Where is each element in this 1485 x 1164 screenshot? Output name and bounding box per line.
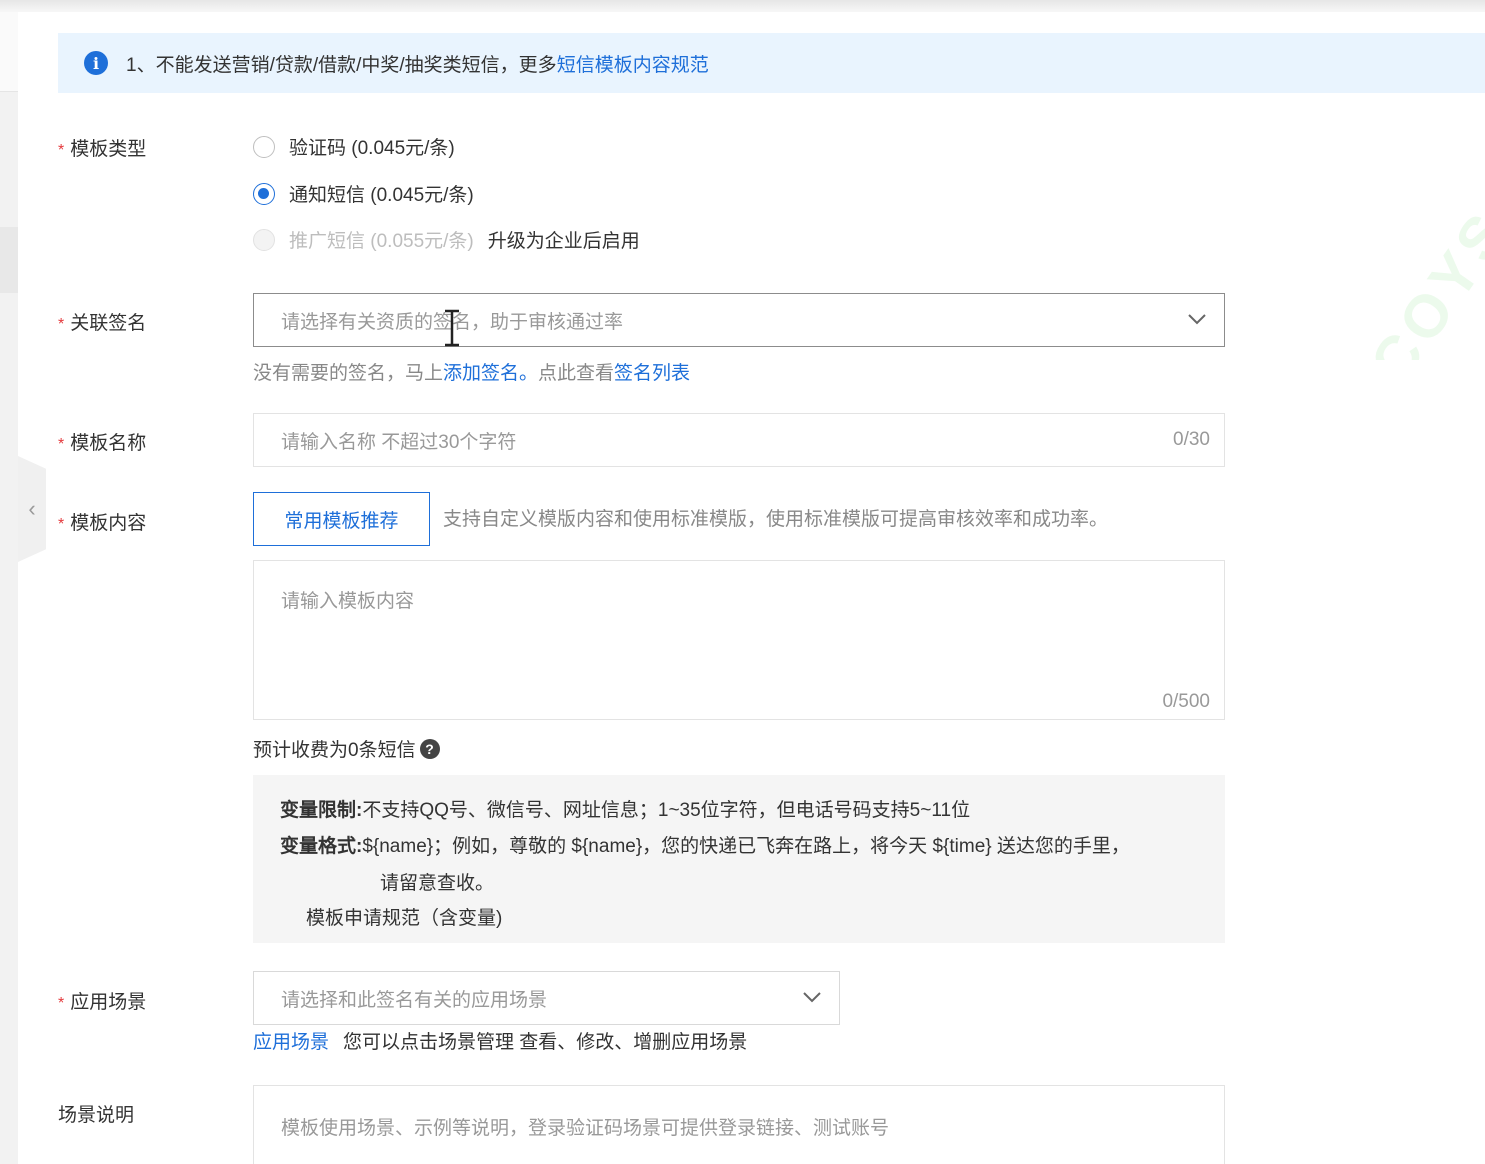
label-text: 模板内容 [70,513,147,534]
radio-button-checked[interactable] [253,182,275,205]
left-sidebar-rail [0,12,18,1164]
radio-notification-sms[interactable]: 通知短信 (0.045元/条) [253,180,474,207]
template-name-label: * 模板名称 [58,428,146,455]
chevron-down-icon [1186,308,1208,330]
scene-hint-text: 您可以点击场景管理 查看、修改、增删应用场景 [343,1032,748,1053]
watermark: COYSO [1357,170,1485,360]
notice-banner: i 1、不能发送营销/贷款/借款/中奖/抽奖类短信，更多短信模板内容规范 [58,33,1485,93]
radio-label: 推广短信 (0.055元/条) [289,231,474,252]
template-content-label: * 模板内容 [58,508,146,535]
signature-label: * 关联签名 [58,308,146,335]
required-mark: * [58,436,65,453]
add-signature-link[interactable]: 添加签名。 [443,363,538,384]
recommended-templates-button[interactable]: 常用模板推荐 [253,492,430,546]
required-mark: * [58,142,65,159]
info-icon: i [84,51,108,75]
question-icon[interactable]: ? [419,738,440,759]
radio-button[interactable] [253,135,275,158]
input-placeholder: 请输入名称 不超过30个字符 [281,431,517,453]
chevron-down-icon [801,986,823,1008]
rule-text: ${name}；例如，尊敬的 ${name}，您的快递已飞奔在路上，将今天 ${… [362,836,1130,857]
scene-management-link[interactable]: 应用场景 [253,1027,329,1054]
chevron-left-icon: ‹ [28,496,36,521]
char-counter: 0/30 [1173,429,1210,450]
select-placeholder: 请选择和此签名有关的应用场景 [281,989,548,1011]
required-mark: * [58,516,65,533]
notice-text: 1、不能发送营销/贷款/借款/中奖/抽奖类短信，更多短信模板内容规范 [126,50,709,77]
label-text: 关联签名 [70,313,147,334]
template-guidelines-link[interactable]: 模板申请规范（含变量) [306,903,502,930]
scene-hint-row: 应用场景 您可以点击场景管理 查看、修改、增删应用场景 [253,1027,747,1054]
variable-format-cont: 请留意查收。 [380,873,495,894]
label-text: 应用场景 [70,992,147,1013]
radio-button-disabled [253,228,275,251]
sidebar-collapse-toggle[interactable]: ‹ [18,456,46,562]
radio-promotion-sms: 推广短信 (0.055元/条) 升级为企业后启用 [253,226,640,253]
label-text: 模板类型 [70,139,147,160]
textarea-placeholder: 模板使用场景、示例等说明，登录验证码场景可提供登录链接、测试账号 [281,1118,890,1139]
rule-text: 不支持QQ号、微信号、网址信息；1~35位字符，但电话号码支持5~11位 [362,800,971,821]
hint-text: 点此查看 [538,363,615,384]
fee-estimate: 预计收费为0条短信 ? [253,735,440,762]
signature-hint: 没有需要的签名，马上添加签名。点此查看签名列表 [253,358,690,385]
char-counter: 0/500 [1162,691,1210,712]
template-name-input[interactable]: 请输入名称 不超过30个字符 0/30 [253,413,1225,467]
signature-list-link[interactable]: 签名列表 [614,363,690,384]
notice-message: 1、不能发送营销/贷款/借款/中奖/抽奖类短信，更多 [126,54,557,76]
radio-label: 通知短信 (0.045元/条) [289,185,474,206]
top-bar-edge [0,0,1485,12]
scene-label: * 应用场景 [58,987,146,1014]
signature-select[interactable]: 请选择有关资质的签名，助于审核通过率 [253,293,1225,347]
variable-limit-line: 变量限制:不支持QQ号、微信号、网址信息；1~35位字符，但电话号码支持5~11… [280,795,970,822]
scene-description-textarea[interactable]: 模板使用场景、示例等说明，登录验证码场景可提供登录链接、测试账号 [253,1085,1225,1164]
scene-description-label: 场景说明 [58,1105,135,1126]
required-mark: * [58,995,65,1012]
template-content-textarea[interactable]: 请输入模板内容 0/500 [253,560,1225,720]
estimate-text: 预计收费为0条短信 [253,740,416,761]
sidebar-segment-active [0,227,18,293]
variable-format-line: 变量格式:${name}；例如，尊敬的 ${name}，您的快递已飞奔在路上，将… [280,831,1130,858]
radio-verification-code[interactable]: 验证码 (0.045元/条) [253,133,455,160]
scene-select[interactable]: 请选择和此签名有关的应用场景 [253,971,840,1025]
hint-text: 没有需要的签名，马上 [253,363,444,384]
radio-label: 验证码 (0.045元/条) [289,138,455,159]
sms-template-rules-link[interactable]: 短信模板内容规范 [557,55,709,76]
variable-rules-panel: 变量限制:不支持QQ号、微信号、网址信息；1~35位字符，但电话号码支持5~11… [253,775,1225,943]
label-text: 模板名称 [70,433,147,454]
required-mark: * [58,316,65,333]
textarea-placeholder: 请输入模板内容 [281,591,415,612]
text-cursor-icon [445,309,459,347]
rule-label: 变量限制: [280,800,363,821]
template-support-text: 支持自定义模版内容和使用标准模版，使用标准模版可提高审核效率和成功率。 [443,509,1109,530]
rule-label: 变量格式: [280,836,363,857]
upgrade-note: 升级为企业后启用 [487,231,640,252]
sidebar-segment [0,12,18,92]
template-type-label: * 模板类型 [58,134,146,161]
